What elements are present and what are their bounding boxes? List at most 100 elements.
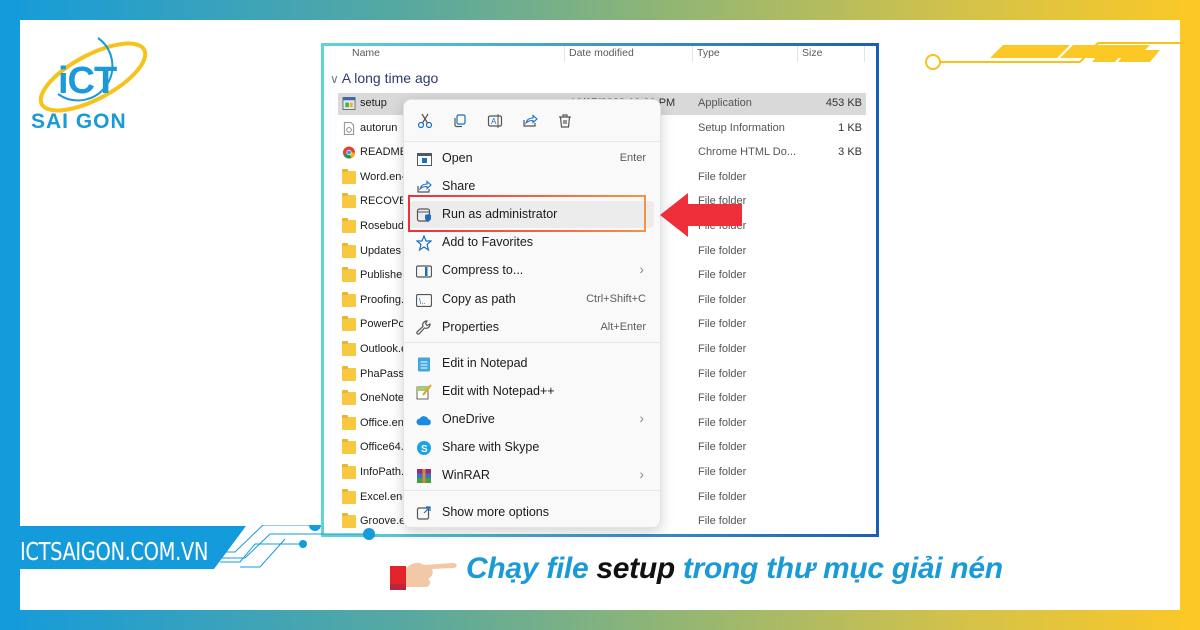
file-type: File folder [698, 269, 747, 282]
menu-item-label: Edit in Notepad [442, 356, 528, 370]
menu-separator [404, 342, 660, 343]
folder-icon [342, 488, 356, 504]
rename-button[interactable]: A [484, 110, 506, 132]
cut-icon [417, 113, 433, 129]
menu-item-edit-in-notepad[interactable]: Edit in Notepad [410, 350, 654, 377]
right-gradient-strip [1180, 0, 1200, 630]
folder-icon [342, 390, 356, 406]
file-name: Word.en- [360, 170, 406, 183]
instruction-caption: Chạy file setup trong thư mục giải nén [466, 552, 1003, 586]
column-header-size[interactable]: Size [802, 47, 822, 59]
winrar-icon [416, 468, 432, 484]
menu-item-label: WinRAR [442, 468, 490, 482]
menu-item-label: Add to Favorites [442, 235, 534, 249]
folder-icon [342, 267, 356, 283]
menu-item-compress-to[interactable]: Compress to... › [410, 257, 654, 284]
menu-item-label: Open [442, 151, 473, 165]
folder-icon [342, 242, 356, 258]
file-name: autorun [360, 121, 398, 134]
context-menu-toolbar: A [404, 100, 660, 142]
column-header-name[interactable]: Name [352, 47, 380, 59]
column-header-type[interactable]: Type [697, 47, 720, 59]
column-separator[interactable] [564, 46, 565, 62]
share-icon [416, 179, 432, 195]
column-header-date[interactable]: Date modified [569, 47, 634, 59]
copy-button[interactable] [449, 110, 471, 132]
more-options-icon [416, 505, 432, 521]
file-name: setup [360, 97, 387, 109]
file-type: File folder [698, 367, 747, 380]
file-type: File folder [698, 244, 747, 257]
folder-icon [342, 414, 356, 430]
column-separator[interactable] [797, 46, 798, 62]
menu-item-shortcut: Alt+Enter [600, 321, 646, 333]
menu-item-open[interactable]: Open Enter [410, 145, 654, 172]
menu-item-label: Show more options [442, 505, 550, 519]
folder-icon [342, 439, 356, 455]
website-url: ICTSAIGON.COM.VN [20, 537, 209, 566]
logo-main-text: iCT [58, 60, 117, 102]
file-type: File folder [698, 293, 747, 306]
menu-item-edit-with-notepad[interactable]: Edit with Notepad++ [410, 378, 654, 405]
share-button[interactable] [519, 110, 541, 132]
folder-icon [342, 365, 356, 381]
menu-item-onedrive[interactable]: OneDrive › [410, 406, 654, 433]
svg-text:A: A [491, 117, 497, 126]
menu-item-label: Edit with Notepad++ [442, 384, 555, 398]
menu-item-properties[interactable]: Properties Alt+Enter [410, 314, 654, 341]
path-icon: \.. [416, 292, 432, 308]
folder-icon [342, 291, 356, 307]
file-name: Proofing. [360, 293, 405, 306]
file-type: File folder [698, 392, 747, 405]
pointing-hand-icon [390, 562, 457, 590]
decorative-yellow-bars [925, 42, 1180, 70]
cut-button[interactable] [414, 110, 436, 132]
caption-part1: Chạy file [466, 552, 597, 585]
star-icon [416, 235, 432, 251]
copy-icon [454, 114, 466, 128]
svg-text:S: S [421, 444, 428, 455]
notepadpp-icon [416, 384, 432, 400]
file-name: Updates [360, 244, 401, 257]
file-type: File folder [698, 416, 747, 429]
file-type: File folder [698, 343, 747, 355]
caption-emphasis: setup [596, 552, 675, 585]
column-separator[interactable] [692, 46, 693, 62]
file-name: Rosebud. [360, 220, 408, 232]
folder-icon [342, 341, 356, 356]
menu-item-shortcut: Ctrl+Shift+C [586, 293, 646, 305]
chrome-icon [342, 146, 356, 159]
file-size: 1 KB [838, 121, 862, 134]
zip-icon [416, 263, 432, 279]
chevron-right-icon: › [639, 410, 644, 426]
file-type: Setup Information [698, 121, 785, 134]
menu-item-show-more-options[interactable]: Show more options [410, 499, 654, 526]
folder-icon [342, 218, 356, 233]
highlight-box [408, 195, 646, 232]
menu-item-winrar[interactable]: WinRAR › [410, 462, 654, 489]
rename-icon: A [487, 114, 503, 128]
caption-part2: trong thư mục giải nén [674, 552, 1003, 585]
file-type: Chrome HTML Do... [698, 146, 797, 159]
chevron-right-icon: › [639, 261, 644, 277]
menu-separator [404, 490, 660, 491]
file-name: Outlook.e [360, 343, 408, 355]
folder-icon [342, 464, 356, 479]
menu-item-add-to-favorites[interactable]: Add to Favorites [410, 229, 654, 256]
logo-sub-text: SAI GON [31, 110, 127, 133]
file-size: 3 KB [838, 146, 862, 159]
delete-button[interactable] [554, 110, 576, 132]
file-type: File folder [698, 466, 747, 478]
folder-icon [342, 316, 356, 332]
file-name: Office.en- [360, 416, 408, 429]
menu-item-share-with-skype[interactable]: S Share with Skype [410, 434, 654, 461]
menu-item-shortcut: Enter [619, 152, 646, 164]
onedrive-icon [416, 412, 432, 428]
group-header[interactable]: ∨ A long time ago [330, 70, 438, 86]
share-icon [523, 114, 538, 127]
file-name: Excel.en- [360, 490, 406, 503]
menu-item-copy-as-path[interactable]: \.. Copy as path Ctrl+Shift+C [410, 286, 654, 313]
file-name: InfoPath. [360, 466, 405, 478]
column-separator[interactable] [864, 46, 865, 62]
menu-item-label: Copy as path [442, 292, 516, 306]
